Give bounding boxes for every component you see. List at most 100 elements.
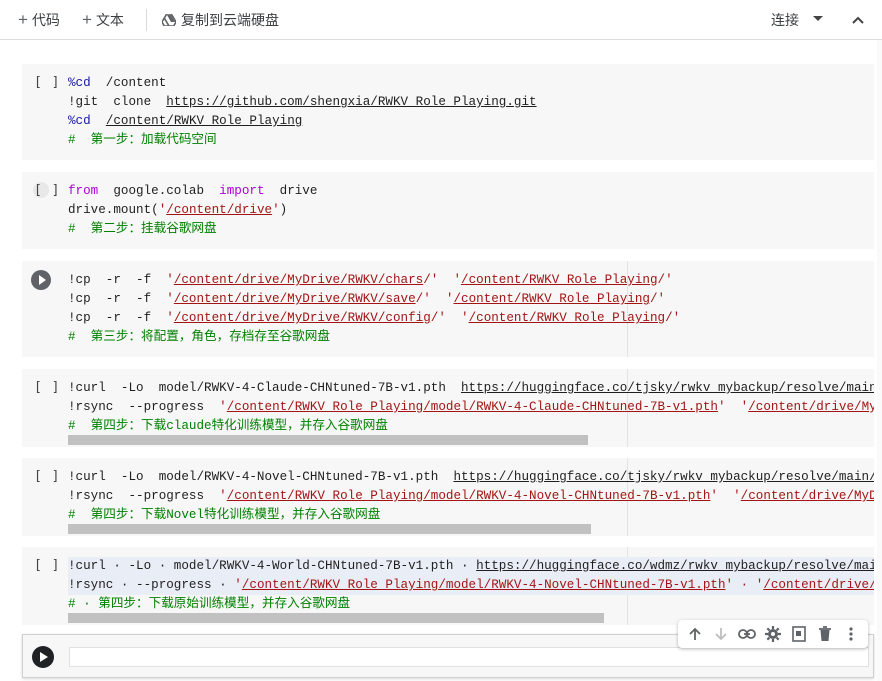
code-link[interactable]: /content/drive/MyDrive/RWKV/save (174, 292, 416, 306)
execution-count: [ ] (34, 380, 61, 395)
code-editor[interactable]: !curl · -Lo · model/RWKV-4-World-CHNtune… (68, 557, 874, 614)
code-line: !curl -Lo model/RWKV-4-Claude-CHNtuned-7… (68, 379, 874, 398)
cell-gutter: [ ] (22, 458, 68, 536)
code-link[interactable]: https://huggingface.co/tjsky/rwkv_myback… (461, 381, 874, 395)
code-token: ' (166, 273, 174, 287)
add-code-button[interactable]: + 代码 (18, 0, 60, 40)
code-cell[interactable]: [ ] %cd /content !git clone https://githu… (22, 64, 874, 160)
code-line: !rsync --progress '/content/RWKV_Role_Pl… (68, 398, 874, 417)
connect-label: 连接 (771, 12, 799, 28)
code-link[interactable]: /content/RWKV_Role_Playing/model/RWKV-4-… (227, 400, 718, 414)
cell-gutter (22, 261, 68, 357)
code-comment: # · 第四步：下载原始训练模型，并存入谷歌网盘 (68, 597, 351, 611)
code-token: !git clone (68, 95, 167, 109)
run-cell-button[interactable] (31, 270, 51, 290)
code-cell[interactable]: [ ] !curl -Lo model/RWKV-4-Novel-CHNtune… (22, 458, 874, 536)
chevron-down-icon[interactable] (813, 16, 823, 21)
cell-gutter: [ ] (22, 172, 68, 249)
code-token: ' (166, 292, 174, 306)
code-line: # 第四步：下载Novel特化训练模型，并存入谷歌网盘 (68, 506, 874, 525)
code-token: ' (219, 400, 227, 414)
code-link[interactable]: /content/RWKV_Role_Playing (106, 114, 303, 128)
code-link[interactable]: /content/RWKV_Role_Playing (469, 311, 666, 325)
code-link[interactable]: /content/RWKV_Role_Playing (453, 292, 650, 306)
code-editor[interactable]: from google.colab import drive drive.moun… (68, 182, 874, 239)
link-icon[interactable] (737, 624, 757, 644)
plus-icon: + (18, 10, 28, 29)
code-link[interactable]: /content/RWKV_Role_Playing/model/RWKV-4-… (242, 578, 726, 592)
code-comment: # 第三步：将配置，角色，存档存至谷歌网盘 (68, 330, 330, 344)
cell-toolbar (678, 620, 868, 648)
code-token: ' (234, 578, 242, 592)
code-token: !rsync --progress (68, 400, 220, 414)
code-cell[interactable]: [ ] !curl · -Lo · model/RWKV-4-World-CHN… (22, 547, 874, 625)
horizontal-scrollbar[interactable] (68, 524, 591, 534)
code-comment: # 第一步：加载代码空间 (68, 133, 217, 147)
add-text-label: 文本 (95, 12, 124, 28)
connect-button[interactable]: 连接 (771, 0, 799, 40)
collapse-toolbar-button[interactable] (843, 6, 873, 34)
code-link[interactable]: https://huggingface.co/wdmz/rwkv_mybacku… (476, 559, 874, 573)
code-link[interactable]: /content/drive/MyDrive/RW (763, 578, 874, 592)
code-line: from google.colab import drive (68, 182, 874, 201)
execution-count: [ ] (34, 183, 61, 198)
code-link[interactable]: /content/drive (166, 203, 272, 217)
copy-to-drive-button[interactable]: 复制到云端硬盘 (162, 0, 279, 40)
code-line: !curl · -Lo · model/RWKV-4-World-CHNtune… (68, 557, 874, 576)
code-link[interactable]: /content/drive/MyDrive/R (748, 400, 874, 414)
code-editor[interactable] (69, 647, 869, 667)
code-link[interactable]: https://huggingface.co/tjsky/rwkv_myback… (453, 470, 874, 484)
code-editor[interactable]: !curl -Lo model/RWKV-4-Claude-CHNtuned-7… (68, 379, 874, 436)
more-vert-icon[interactable] (841, 624, 861, 644)
code-line: drive.mount('/content/drive') (68, 201, 874, 220)
code-token: !rsync --progress (68, 489, 220, 503)
scrollbar-track[interactable] (877, 40, 882, 681)
code-editor[interactable]: !curl -Lo model/RWKV-4-Novel-CHNtuned-7B… (68, 468, 874, 525)
code-token: /' ' (415, 292, 454, 306)
run-cell-button[interactable] (32, 646, 54, 668)
execution-count: [ ] (34, 558, 61, 573)
horizontal-scrollbar[interactable] (68, 435, 588, 445)
code-line: # 第一步：加载代码空间 (68, 131, 874, 150)
code-cell[interactable]: [ ] from google.colab import drive drive.… (22, 172, 874, 249)
code-token: /' (657, 273, 673, 287)
code-link[interactable]: /content/drive/MyDrive/RW (741, 489, 874, 503)
code-token: !curl -Lo model/RWKV-4-Claude-CHNtuned-7… (68, 381, 461, 395)
code-line: # 第四步：下载claude特化训练模型，并存入谷歌网盘 (68, 417, 874, 436)
execution-count: [ ] (34, 469, 61, 484)
code-line: !rsync --progress '/content/RWKV_Role_Pl… (68, 487, 874, 506)
code-token: /' (665, 311, 681, 325)
code-line: !cp -r -f '/content/drive/MyDrive/RWKV/c… (68, 309, 874, 328)
code-link[interactable]: /content/RWKV_Role_Playing (461, 273, 658, 287)
trash-icon[interactable] (815, 624, 835, 644)
code-link[interactable]: /content/drive/MyDrive/RWKV/chars (174, 273, 423, 287)
code-link[interactable]: /content/RWKV_Role_Playing/model/RWKV-4-… (227, 489, 711, 503)
code-comment: # 第四步：下载Novel特化训练模型，并存入谷歌网盘 (68, 508, 381, 522)
horizontal-scrollbar[interactable] (68, 613, 604, 623)
code-link[interactable]: https://github.com/shengxia/RWKV_Role_Pl… (166, 95, 536, 109)
code-token: google.colab (98, 184, 220, 198)
code-token: /' (649, 292, 666, 306)
code-line: !git clone https://github.com/shengxia/R… (68, 93, 874, 112)
code-link[interactable]: /content/drive/MyDrive/RWKV/config (174, 311, 431, 325)
arrow-up-icon[interactable] (685, 624, 705, 644)
code-line: !cp -r -f '/content/drive/MyDrive/RWKV/s… (68, 290, 874, 309)
code-cell[interactable]: [ ] !curl -Lo model/RWKV-4-Claude-CHNtun… (22, 369, 874, 447)
arrow-down-icon[interactable] (711, 624, 731, 644)
code-comment: # 第二步：挂载谷歌网盘 (68, 222, 217, 236)
mirror-cell-icon[interactable] (789, 624, 809, 644)
code-cell[interactable]: !cp -r -f '/content/drive/MyDrive/RWKV/c… (22, 261, 874, 357)
code-token: drive (264, 184, 318, 198)
add-code-label: 代码 (31, 12, 60, 28)
code-editor[interactable]: !cp -r -f '/content/drive/MyDrive/RWKV/c… (68, 271, 874, 347)
code-line: %cd /content (68, 74, 874, 93)
add-text-button[interactable]: + 文本 (82, 0, 124, 40)
code-line: !rsync · --progress · '/content/RWKV_Rol… (68, 576, 874, 595)
code-token: ) (279, 203, 288, 217)
cell-gutter: [ ] (22, 369, 68, 447)
code-editor[interactable]: %cd /content !git clone https://github.co… (68, 74, 874, 150)
code-token: !curl · -Lo · model/RWKV-4-World-CHNtune… (68, 559, 477, 573)
gear-icon[interactable] (763, 624, 783, 644)
drive-icon (162, 14, 176, 26)
